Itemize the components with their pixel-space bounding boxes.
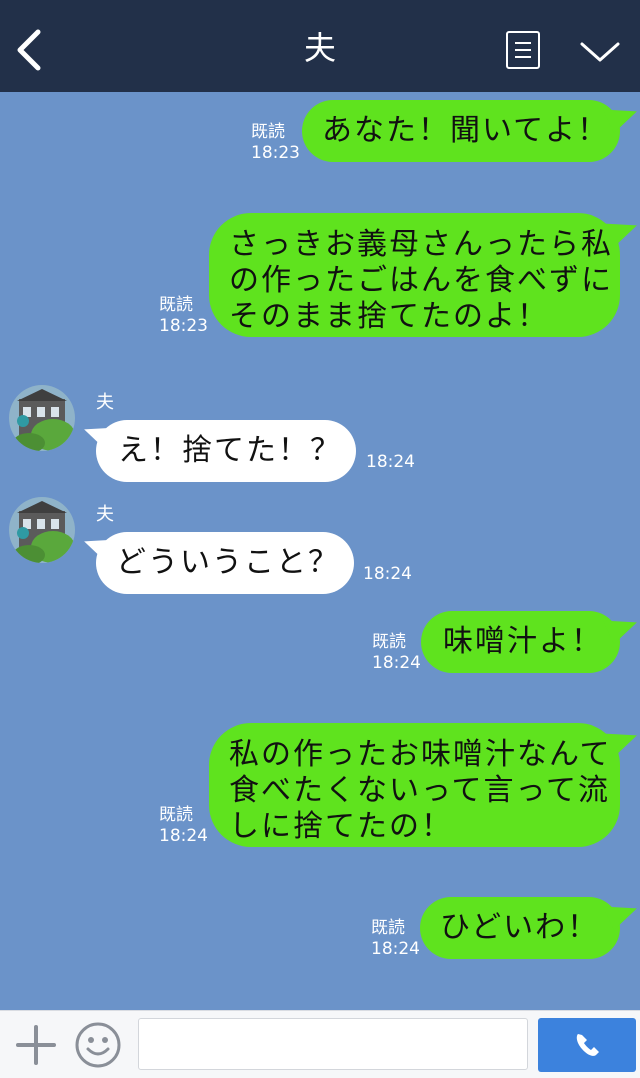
message-time: 18:23	[159, 316, 208, 336]
message-bubble[interactable]: あなた！聞いてよ！	[302, 100, 620, 162]
menu-button[interactable]	[506, 31, 540, 69]
chat-area[interactable]: 既読 18:23 あなた！聞いてよ！ 既読 18:23 さっきお義母さんったら私…	[0, 92, 640, 1010]
avatar-photo	[9, 497, 75, 563]
message-meta: 既読 18:24	[372, 632, 421, 674]
chevron-down-icon	[580, 42, 620, 62]
message-time: 18:24	[366, 452, 415, 472]
message-text: え！捨てた！？	[118, 433, 342, 468]
call-button[interactable]	[538, 1018, 636, 1072]
message-bubble[interactable]: え！捨てた！？	[96, 420, 356, 482]
phone-icon	[576, 1034, 599, 1056]
message-time: 18:24	[363, 564, 412, 584]
read-receipt: 既読	[251, 122, 285, 142]
message-time: 18:24	[372, 653, 421, 673]
input-bar	[0, 1010, 640, 1078]
list-icon-line	[515, 56, 531, 58]
plus-icon	[16, 1025, 56, 1065]
sender-name: 夫	[96, 392, 114, 413]
message-meta: 既読 18:24	[371, 918, 420, 960]
message-bubble[interactable]: ひどいわ！	[420, 897, 620, 959]
message-bubble[interactable]: 味噌汁よ！	[421, 611, 620, 673]
message-meta: 既読 18:23	[159, 295, 208, 337]
read-receipt: 既読	[372, 632, 406, 652]
sender-name: 夫	[96, 504, 114, 525]
message-bubble[interactable]: さっきお義母さんったら私 の作ったごはんを食べずに そのまま捨てたのよ！	[209, 213, 620, 337]
message-time: 18:24	[159, 826, 208, 846]
read-receipt: 既読	[371, 918, 405, 938]
add-attachment-button[interactable]	[14, 1023, 58, 1067]
smiley-icon	[75, 1022, 121, 1068]
chat-header: 夫	[0, 0, 640, 92]
message-input[interactable]	[138, 1018, 528, 1070]
chat-title: 夫	[303, 29, 336, 67]
read-receipt: 既読	[159, 295, 193, 315]
message-text: 味噌汁よ！	[443, 624, 603, 659]
contact-avatar[interactable]	[9, 497, 75, 563]
message-text: ひどいわ！	[440, 910, 600, 945]
message-bubble[interactable]: 私の作ったお味噌汁なんて 食べたくないって言って流 しに捨てたの！	[209, 723, 620, 847]
read-receipt: 既読	[159, 805, 193, 825]
message-bubble[interactable]: どういうこと？	[96, 532, 354, 594]
list-icon	[515, 42, 531, 44]
contact-avatar[interactable]	[9, 385, 75, 451]
emoji-button[interactable]	[74, 1021, 122, 1069]
message-time: 18:23	[251, 143, 300, 163]
message-text: 私の作ったお味噌汁なんて 食べたくないって言って流 しに捨てたの！	[229, 737, 612, 844]
avatar-photo	[9, 385, 75, 451]
message-meta: 既読 18:24	[159, 805, 208, 847]
list-icon-line	[515, 49, 531, 51]
message-text: どういうこと？	[116, 545, 340, 580]
message-time: 18:24	[371, 939, 420, 959]
message-text: さっきお義母さんったら私 の作ったごはんを食べずに そのまま捨てたのよ！	[229, 227, 613, 334]
message-text: あなた！聞いてよ！	[322, 113, 610, 148]
message-meta: 既読 18:23	[251, 122, 300, 164]
collapse-button[interactable]	[578, 34, 622, 70]
